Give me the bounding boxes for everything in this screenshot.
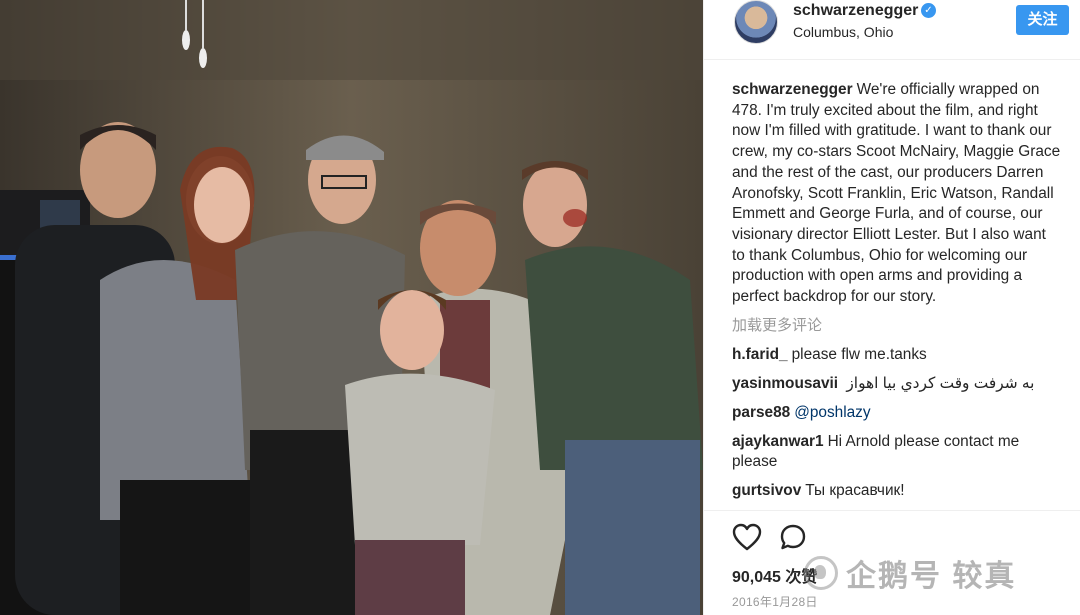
- comment-item: h.farid_ please flw me.tanks: [732, 345, 1062, 366]
- comment-icon[interactable]: [779, 523, 807, 551]
- watermark-text: 企鹅号 较真: [846, 560, 1017, 593]
- group-photo-illustration: [0, 0, 703, 615]
- follow-button[interactable]: 关注: [1016, 5, 1069, 35]
- avatar[interactable]: [734, 0, 778, 44]
- post-actions: 90,045 次赞 2016年1月28日 企鹅号 较真: [704, 510, 1080, 615]
- caption-text: We're officially wrapped on 478. I'm tru…: [732, 81, 1061, 306]
- post-location[interactable]: Columbus, Ohio: [793, 24, 893, 40]
- comment-item: ajaykanwar1 Hi Arnold please contact me p…: [732, 432, 1062, 473]
- post-header: schwarzenegger ✓ Columbus, Ohio 关注: [704, 0, 1080, 60]
- caption-username[interactable]: schwarzenegger: [732, 81, 853, 98]
- author-username[interactable]: schwarzenegger: [793, 2, 918, 20]
- comment-username[interactable]: yasinmousavii: [732, 375, 838, 392]
- load-more-comments-link[interactable]: 加载更多评论: [732, 316, 1062, 337]
- watermark: 企鹅号 较真: [804, 555, 1016, 593]
- heart-icon[interactable]: [732, 523, 762, 551]
- post-date: 2016年1月28日: [732, 595, 818, 609]
- comment-username[interactable]: ajaykanwar1: [732, 433, 824, 450]
- comment-username[interactable]: gurtsivov: [732, 482, 801, 499]
- comment-text: Ты красавчик!: [805, 481, 905, 499]
- comment-mention-link[interactable]: @poshlazy: [794, 404, 870, 421]
- post-detail-panel: schwarzenegger ✓ Columbus, Ohio 关注 schwa…: [703, 0, 1080, 615]
- comment-text: به شرفت وقت کردي بيا اهواز: [846, 375, 1035, 393]
- post-caption: schwarzenegger We're officially wrapped o…: [732, 80, 1062, 308]
- comment-item: gurtsivov Ты красавчик!: [732, 481, 1062, 502]
- comments-list[interactable]: schwarzenegger We're officially wrapped o…: [732, 80, 1062, 508]
- post-photo[interactable]: [0, 0, 703, 615]
- verified-badge-icon: ✓: [921, 3, 936, 18]
- comment-username[interactable]: parse88: [732, 404, 790, 421]
- comment-text: please flw me.tanks: [791, 346, 927, 364]
- comment-username[interactable]: h.farid_: [732, 346, 788, 363]
- instagram-post-view: schwarzenegger ✓ Columbus, Ohio 关注 schwa…: [0, 0, 1080, 615]
- comment-item: parse88 @poshlazy: [732, 403, 1062, 424]
- comment-item: yasinmousavii به شرفت وقت کردي بيا اهواز: [732, 374, 1062, 395]
- penguin-logo-icon: [804, 556, 838, 590]
